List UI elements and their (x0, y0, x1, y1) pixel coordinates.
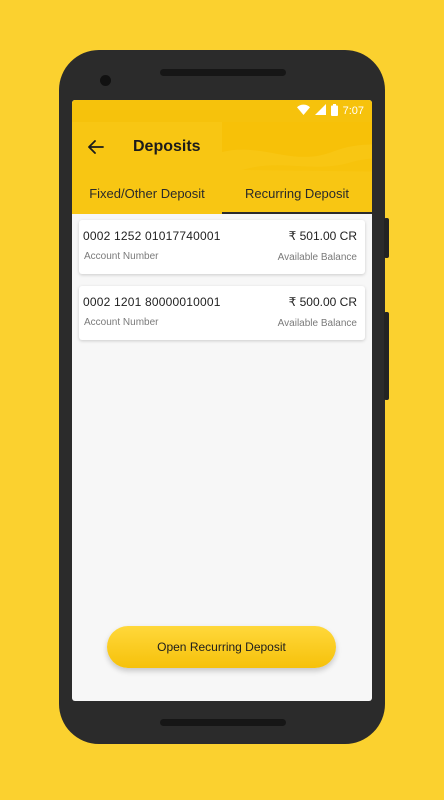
open-recurring-deposit-button[interactable]: Open Recurring Deposit (107, 626, 336, 668)
power-button (384, 218, 389, 258)
top-speaker (160, 69, 286, 76)
account-number: 0002 1201 80000010001 (83, 295, 221, 309)
tab-recurring-deposit[interactable]: Recurring Deposit (222, 172, 372, 214)
account-list: 0002 1252 01017740001 Account Number ₹ 5… (72, 214, 372, 340)
account-number-label: Account Number (84, 251, 159, 262)
account-card[interactable]: 0002 1201 80000010001 Account Number ₹ 5… (79, 286, 365, 340)
header-wave-decoration (222, 122, 372, 172)
phone-frame: 7:07 Deposits Fixed/Other Deposit Recurr… (59, 50, 389, 744)
tab-label: Fixed/Other Deposit (89, 185, 205, 201)
available-balance-label: Available Balance (277, 252, 357, 263)
volume-button (384, 312, 389, 400)
screen: 7:07 Deposits Fixed/Other Deposit Recurr… (72, 100, 372, 701)
tab-label: Recurring Deposit (244, 185, 350, 201)
status-bar: 7:07 (72, 100, 372, 122)
signal-icon (314, 104, 326, 118)
back-arrow-icon[interactable] (85, 136, 107, 158)
status-time: 7:07 (342, 105, 364, 117)
bottom-speaker (160, 719, 286, 726)
tab-bar: Fixed/Other Deposit Recurring Deposit (72, 172, 372, 214)
available-balance-label: Available Balance (277, 318, 357, 329)
account-number-label: Account Number (84, 317, 159, 328)
account-number: 0002 1252 01017740001 (83, 229, 221, 243)
wifi-icon (296, 104, 310, 118)
app-bar: Deposits (72, 122, 372, 172)
account-card[interactable]: 0002 1252 01017740001 Account Number ₹ 5… (79, 220, 365, 274)
available-balance: ₹ 500.00 CR (288, 295, 357, 309)
page-title: Deposits (133, 138, 201, 155)
tab-fixed-other-deposit[interactable]: Fixed/Other Deposit (72, 172, 222, 214)
battery-icon (330, 103, 338, 119)
available-balance: ₹ 501.00 CR (288, 229, 357, 243)
camera-icon (100, 75, 111, 86)
